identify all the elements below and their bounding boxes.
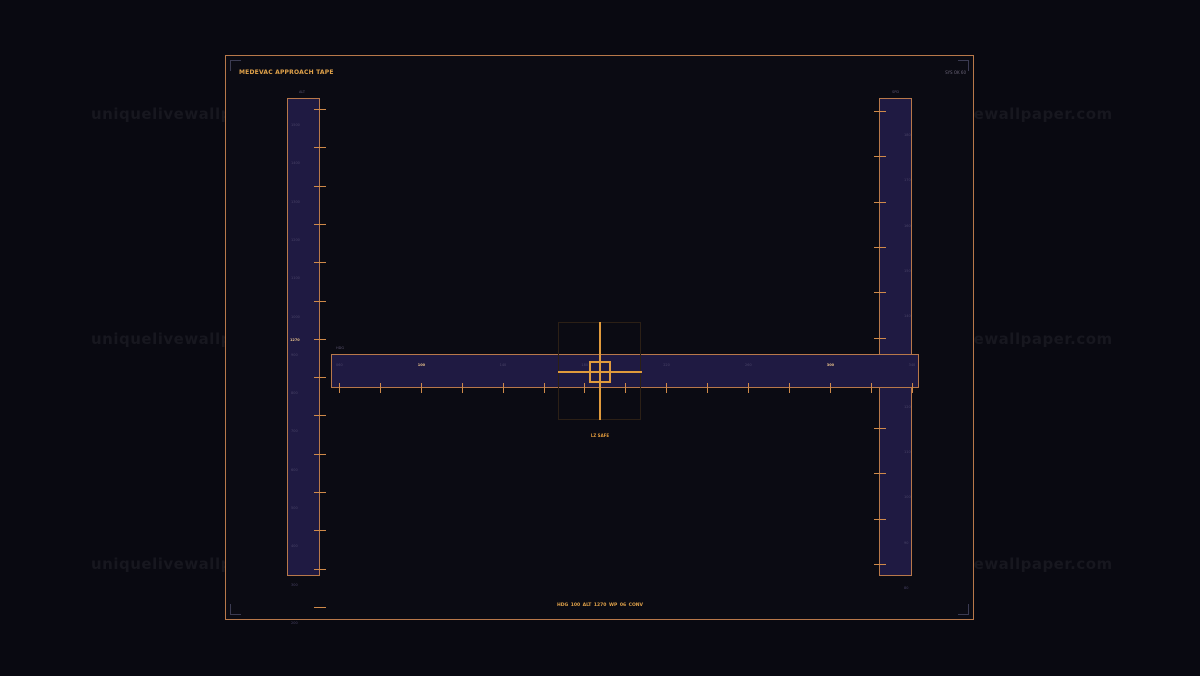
left-tape-label: 1000 [291,314,300,319]
right-tape-tick [874,473,886,475]
right-tape-tick [874,564,886,565]
right-tape-tick [874,156,886,158]
left-tape-tick [314,377,326,379]
left-tape-header: ALT [299,90,306,94]
right-tape-tick [874,292,886,294]
left-tape-tick [314,109,326,110]
heading-tape-tick [339,383,340,393]
left-tape-label: 900 [291,352,298,357]
right-tape-tick [874,518,886,520]
heading-tape-tick [911,383,913,393]
left-tape-tick [314,492,326,493]
left-tape-current-value: 1270 [290,338,300,342]
target-box-icon [589,361,611,383]
left-altitude-tape[interactable] [287,98,320,576]
right-tape-label: 180 [904,133,911,137]
heading-tape-tick [707,383,709,393]
left-tape-tick [314,147,326,149]
heading-tape-tick [666,383,668,393]
right-tape-tick [874,201,886,203]
heading-tape-tick [748,383,749,393]
left-tape-tick [314,530,326,532]
heading-tape-tick [829,383,831,393]
heading-tape-tick [379,383,381,393]
left-tape-label: 1200 [291,237,300,242]
right-tape-label: 170 [904,178,911,183]
left-tape-tick [314,262,326,264]
heading-tape-label: 340 [908,363,916,367]
right-tape-tick [874,246,886,248]
heading-tape-label: 300 [826,363,835,367]
left-tape-label: 1100 [291,276,300,281]
heading-tape-label: 100 [417,363,426,367]
heading-tape-label: 220 [663,363,670,367]
left-tape-tick [314,606,326,608]
heading-tape-label: 060 [336,363,343,367]
right-tape-label: 160 [904,223,911,228]
heading-tape-tick [420,383,422,393]
left-tape-tick [314,453,326,455]
heading-tape-tick [870,383,872,393]
corner-bracket [958,604,969,615]
left-tape-label: 400 [291,544,298,549]
left-tape-tick [314,338,326,340]
heading-tape-label: 260 [745,363,752,367]
right-tape-tick [874,111,886,112]
left-tape-label: 500 [291,506,298,510]
heading-tape-tick [788,383,790,393]
left-tape-label: 200 [291,620,298,625]
right-tape-tick [874,337,886,339]
left-tape-tick [314,415,326,417]
heading-tape-label: 140 [499,363,507,367]
heading-tape-header: HDG [336,346,345,350]
status-line: HDG 100 ALT 1270 WP 06 CONV [556,603,644,608]
right-tape-header: SPD [892,90,900,94]
left-tape-tick [314,568,326,570]
left-tape-label: 800 [291,391,298,396]
corner-bracket [230,604,241,615]
heading-tape-tick [461,383,463,393]
left-tape-label: 1500 [291,123,300,127]
right-tape-label: 110 [904,450,911,455]
left-tape-label: 600 [291,467,298,472]
right-tape-label: 140 [904,314,911,319]
right-tape-label: 100 [904,495,911,500]
panel-title: MEDEVAC APPROACH TAPE [239,69,334,76]
left-tape-label: 300 [291,582,298,587]
left-tape-label: 700 [291,429,298,434]
left-tape-label: 1400 [291,161,300,166]
right-tape-label: 150 [904,268,911,273]
landing-zone-label: LZ SAFE [590,433,610,438]
right-tape-label: 80 [904,586,909,590]
heading-tape-tick [502,383,504,393]
heading-tape-tick [543,383,545,393]
left-tape-tick [314,223,326,225]
left-tape-label: 1300 [291,199,300,204]
right-tape-tick [874,428,886,430]
system-status-label: SYS OK 60 [945,70,966,75]
left-tape-tick [314,300,326,302]
right-tape-label: 90 [904,540,909,545]
left-tape-tick [314,185,326,187]
right-tape-label: 120 [904,404,911,409]
